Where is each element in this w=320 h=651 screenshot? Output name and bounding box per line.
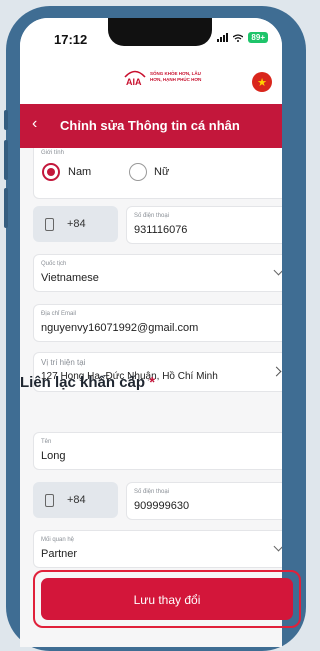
emergency-phone-value: 909999630 (134, 500, 190, 512)
phone-value: 931116076 (134, 224, 188, 236)
gender-field: Giới tính Nam Nữ (33, 148, 282, 199)
gender-radio-nu[interactable] (129, 163, 147, 181)
vietnam-flag-icon[interactable]: ★ (252, 72, 272, 92)
emergency-country-code-prefix[interactable]: +84 (33, 482, 118, 518)
save-button-highlight: Lưu thay đổi (33, 570, 301, 628)
emergency-phone-field[interactable]: Số điện thoại 909999630 (126, 482, 282, 520)
chevron-left-icon[interactable]: ‹ (32, 115, 37, 133)
status-bar: 17:12 89+ (20, 18, 282, 58)
status-icons: 89+ (217, 32, 268, 43)
emergency-section-title: Liên lạc khẩn cấp * (20, 374, 155, 391)
side-button (4, 110, 8, 130)
relationship-value: Partner (41, 548, 78, 560)
chevron-down-icon (273, 265, 282, 276)
battery-icon: 89+ (248, 32, 268, 43)
nationality-label: Quốc tịch (41, 261, 67, 267)
chevron-right-icon (271, 366, 282, 377)
phone-screen: 17:12 89+ AIA SỐNG KHỎE HƠN, LÂU HƠN, HẠ… (20, 18, 282, 647)
chevron-down-icon (273, 541, 282, 552)
required-mark: * (149, 374, 156, 391)
gender-option-nam[interactable]: Nam (68, 166, 91, 178)
phone-icon (45, 494, 54, 507)
location-label: Vị trí hiện tại (41, 358, 86, 367)
brand-tagline: SỐNG KHỎE HƠN, LÂU HƠN, HẠNH PHÚC HƠN (150, 71, 202, 82)
save-button[interactable]: Lưu thay đổi (41, 578, 293, 620)
volume-down-button (4, 188, 8, 228)
signal-icon (217, 33, 229, 42)
wifi-icon (233, 33, 244, 42)
phone-label: Số điện thoại (134, 213, 170, 219)
aia-logo: AIA SỐNG KHỎE HƠN, LÂU HƠN, HẠNH PHÚC HƠ… (124, 68, 204, 86)
phone-icon (45, 218, 54, 231)
phone-field[interactable]: Số điện thoại 931116076 (126, 206, 282, 244)
emergency-phone-label: Số điện thoại (134, 489, 170, 495)
volume-up-button (4, 140, 8, 180)
nationality-select[interactable]: Quốc tịch Vietnamese (33, 254, 282, 292)
relationship-label: Mối quan hệ (41, 537, 75, 543)
page-title: Chỉnh sửa Thông tin cá nhân (60, 118, 240, 133)
status-time: 17:12 (54, 32, 88, 47)
emergency-name-value: Long (41, 450, 66, 462)
gender-radio-nam[interactable] (42, 163, 60, 181)
email-field[interactable]: Địa chỉ Email nguyenvy16071992@gmail.com (33, 304, 282, 342)
emergency-title: Liên lạc khẩn cấp (20, 374, 146, 391)
gender-label: Giới tính (41, 150, 64, 156)
emergency-country-code: +84 (67, 494, 86, 506)
email-value: nguyenvy16071992@gmail.com (41, 322, 199, 334)
title-bar: ‹ Chỉnh sửa Thông tin cá nhân (20, 104, 282, 148)
emergency-name-field[interactable]: Tên Long (33, 432, 282, 470)
country-code: +84 (67, 218, 86, 230)
gender-option-nu[interactable]: Nữ (154, 166, 169, 178)
app-header: AIA SỐNG KHỎE HƠN, LÂU HƠN, HẠNH PHÚC HƠ… (20, 58, 282, 104)
email-label: Địa chỉ Email (41, 311, 77, 317)
notch (108, 18, 212, 46)
emergency-name-label: Tên (41, 439, 52, 445)
country-code-prefix[interactable]: +84 (33, 206, 118, 242)
aia-logo-icon: AIA (124, 70, 146, 86)
relationship-select[interactable]: Mối quan hệ Partner (33, 530, 282, 568)
svg-text:AIA: AIA (126, 77, 142, 86)
nationality-value: Vietnamese (41, 272, 99, 284)
